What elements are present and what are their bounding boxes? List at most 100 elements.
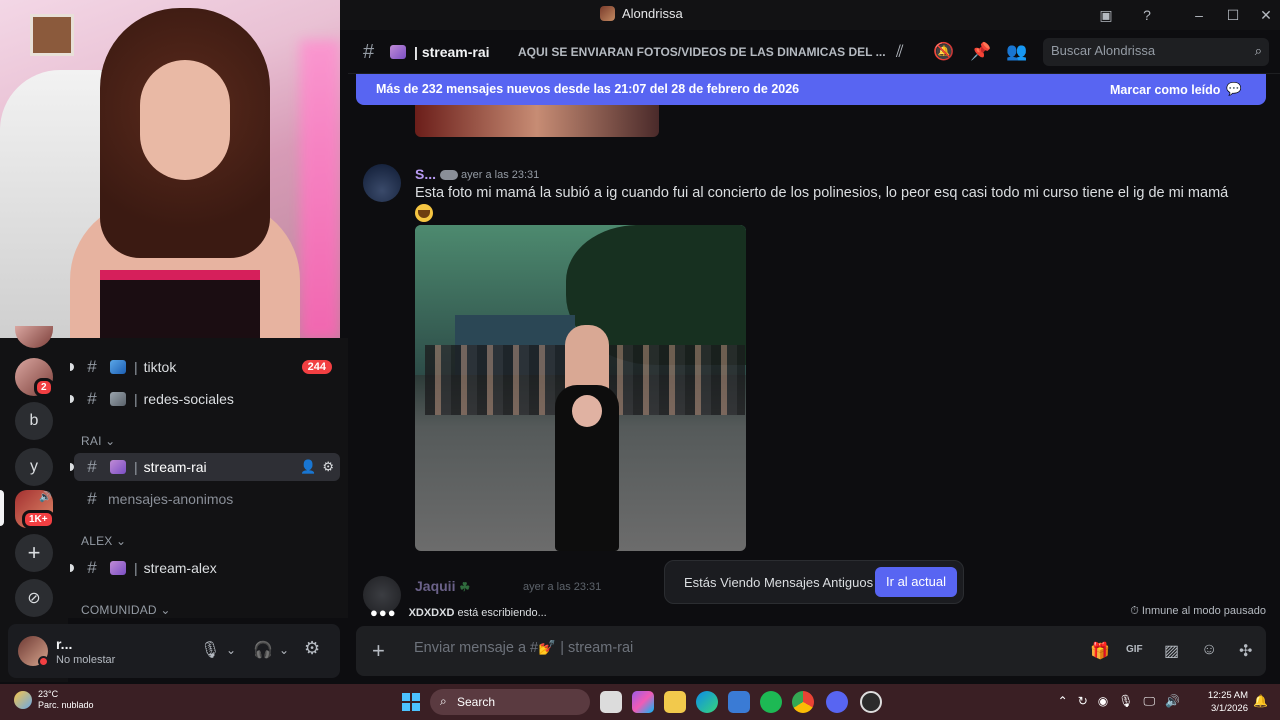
nail-emoji-icon xyxy=(110,561,126,575)
screen-share-icon[interactable]: ▣ xyxy=(1097,6,1115,24)
active-server-indicator xyxy=(0,490,4,526)
invite-icon[interactable]: 👤 xyxy=(300,459,316,475)
new-messages-text: Más de 232 mensajes nuevos desde las 21:… xyxy=(376,82,800,96)
add-attachment-button[interactable]: + xyxy=(372,638,385,664)
copilot-icon[interactable] xyxy=(632,691,654,713)
hash-icon: # xyxy=(87,558,97,577)
channel-stream-alex[interactable]: # | stream-alex xyxy=(70,554,340,582)
threads-icon[interactable]: ⫽ xyxy=(896,42,904,62)
mark-as-read-button[interactable]: Marcar como leído 💬 xyxy=(1110,82,1242,97)
headphones-icon[interactable]: 🎧 xyxy=(253,640,273,660)
microphone-icon[interactable]: 🎙 xyxy=(200,640,220,660)
spotify-icon[interactable] xyxy=(760,691,782,713)
previous-image-attachment[interactable] xyxy=(415,105,659,137)
close-button[interactable]: ✕ xyxy=(1257,6,1275,24)
help-icon[interactable]: ? xyxy=(1138,6,1156,24)
jump-to-present-button[interactable]: Ir al actual xyxy=(875,567,957,597)
chevron-up-icon[interactable]: ⌃ xyxy=(1058,694,1068,709)
slowmode-status: ⏱ Inmune al modo pausado xyxy=(1130,605,1266,617)
settings-icon[interactable]: ⚙ xyxy=(322,459,334,475)
nail-emoji-icon xyxy=(110,460,126,474)
pin-icon[interactable]: 📌 xyxy=(970,42,991,62)
dnd-status-icon xyxy=(38,656,49,667)
channel-stream-rai[interactable]: # | stream-rai 👤 ⚙ xyxy=(70,453,340,481)
apps-icon[interactable]: ✣ xyxy=(1239,641,1252,661)
thread-hash-icon: # xyxy=(87,489,97,508)
channel-emoji-icon xyxy=(110,360,126,374)
maximize-button[interactable]: ☐ xyxy=(1224,6,1242,24)
avatar[interactable] xyxy=(363,164,401,202)
gif-button[interactable]: GIF xyxy=(1126,644,1143,655)
message-author[interactable]: S... xyxy=(415,166,458,182)
volume-icon[interactable]: 🔊 xyxy=(1165,694,1180,709)
nail-emoji-icon xyxy=(390,45,406,59)
mention-badge: 244 xyxy=(301,360,332,374)
category-alex[interactable]: ALEX ⌄ xyxy=(81,534,126,548)
server-icon-partial[interactable] xyxy=(15,326,53,348)
app-tray-icon[interactable]: ◉ xyxy=(1098,694,1108,709)
chrome-icon[interactable] xyxy=(792,691,814,713)
channel-tiktok[interactable]: # | tiktok 244 xyxy=(70,353,340,381)
old-messages-text: Estás Viendo Mensajes Antiguos xyxy=(684,575,874,590)
message-timestamp: ayer a las 23:31 xyxy=(461,169,540,181)
user-name[interactable]: r... xyxy=(56,636,72,652)
taskbar-search[interactable]: ⌕ Search xyxy=(430,689,590,715)
add-server-icon[interactable]: + xyxy=(15,534,53,572)
store-icon[interactable] xyxy=(728,691,750,713)
explore-icon[interactable]: ⊘ xyxy=(15,579,53,617)
discord-icon[interactable] xyxy=(826,691,848,713)
system-tray: ⌃ ↻ ◉ 🎙 🖵 🔊 xyxy=(1058,694,1180,709)
weather-widget[interactable]: 23°C Parc. nublado xyxy=(14,689,94,711)
hash-icon: # xyxy=(87,389,97,408)
server-icon xyxy=(600,6,615,21)
message-author[interactable]: Jaquii ☘ xyxy=(415,578,470,594)
chevron-down-icon[interactable]: ⌄ xyxy=(279,643,289,657)
webcam-overlay xyxy=(0,0,340,338)
task-view-icon[interactable] xyxy=(600,691,622,713)
channel-label: mensajes-anonimos xyxy=(108,491,234,507)
microphone-icon[interactable]: 🎙 xyxy=(1118,694,1133,709)
obs-icon[interactable] xyxy=(860,691,882,713)
weather-temp: 23°C xyxy=(38,689,59,699)
channel-redes-sociales[interactable]: # | redes-sociales xyxy=(70,385,340,413)
hash-icon: # xyxy=(87,457,97,476)
mark-read-icon: 💬 xyxy=(1226,82,1242,96)
clock[interactable]: 12:25 AM 3/1/2026 xyxy=(1208,689,1248,715)
category-rai[interactable]: RAI ⌄ xyxy=(81,434,115,448)
channel-header: # | stream-rai AQUI SE ENVIARAN FOTOS/VI… xyxy=(348,30,1280,74)
server-y[interactable]: y xyxy=(15,448,53,486)
mute-notifications-icon[interactable]: 🔕 xyxy=(933,42,954,62)
message-input[interactable] xyxy=(414,640,1074,656)
minimize-button[interactable]: – xyxy=(1190,6,1208,24)
channel-mensajes-anonimos[interactable]: # mensajes-anonimos xyxy=(74,485,340,513)
start-button[interactable] xyxy=(402,693,420,711)
crying-emoji-icon xyxy=(415,204,433,222)
gear-icon[interactable]: ⚙ xyxy=(304,638,320,659)
weather-icon xyxy=(14,691,32,709)
notifications-icon[interactable]: 🔔 xyxy=(1253,694,1268,708)
search-box: ⌕ xyxy=(1043,38,1269,66)
taskbar: 23°C Parc. nublado ⌕ Search ⌃ ↻ ◉ 🎙 🖵 🔊 … xyxy=(0,684,1280,720)
unread-indicator xyxy=(70,363,74,371)
chevron-down-icon[interactable]: ⌄ xyxy=(226,643,236,657)
edge-icon[interactable] xyxy=(696,691,718,713)
unread-indicator xyxy=(70,395,74,403)
hash-icon: # xyxy=(363,41,375,63)
new-messages-bar[interactable]: Más de 232 mensajes nuevos desde las 21:… xyxy=(356,74,1266,105)
gift-icon[interactable]: 🎁 xyxy=(1090,641,1110,661)
neon-light xyxy=(300,40,340,338)
sync-icon[interactable]: ↻ xyxy=(1078,694,1088,709)
server-b[interactable]: b xyxy=(15,402,53,440)
image-attachment[interactable] xyxy=(415,225,746,551)
category-comunidad[interactable]: COMUNIDAD ⌄ xyxy=(81,603,171,617)
channel-topic[interactable]: AQUI SE ENVIARAN FOTOS/VIDEOS DE LAS DIN… xyxy=(518,45,886,59)
search-input[interactable] xyxy=(1051,43,1241,58)
message-list: S... ayer a las 23:31 Esta foto mi mamá … xyxy=(348,105,1280,625)
file-explorer-icon[interactable] xyxy=(664,691,686,713)
network-icon[interactable]: 🖵 xyxy=(1143,694,1155,709)
unread-indicator xyxy=(70,463,74,471)
emoji-icon[interactable]: ☺ xyxy=(1201,641,1217,659)
sticker-icon[interactable]: ▨ xyxy=(1164,641,1179,661)
member-list-icon[interactable]: 👥 xyxy=(1006,42,1027,62)
search-icon: ⌕ xyxy=(440,694,447,708)
